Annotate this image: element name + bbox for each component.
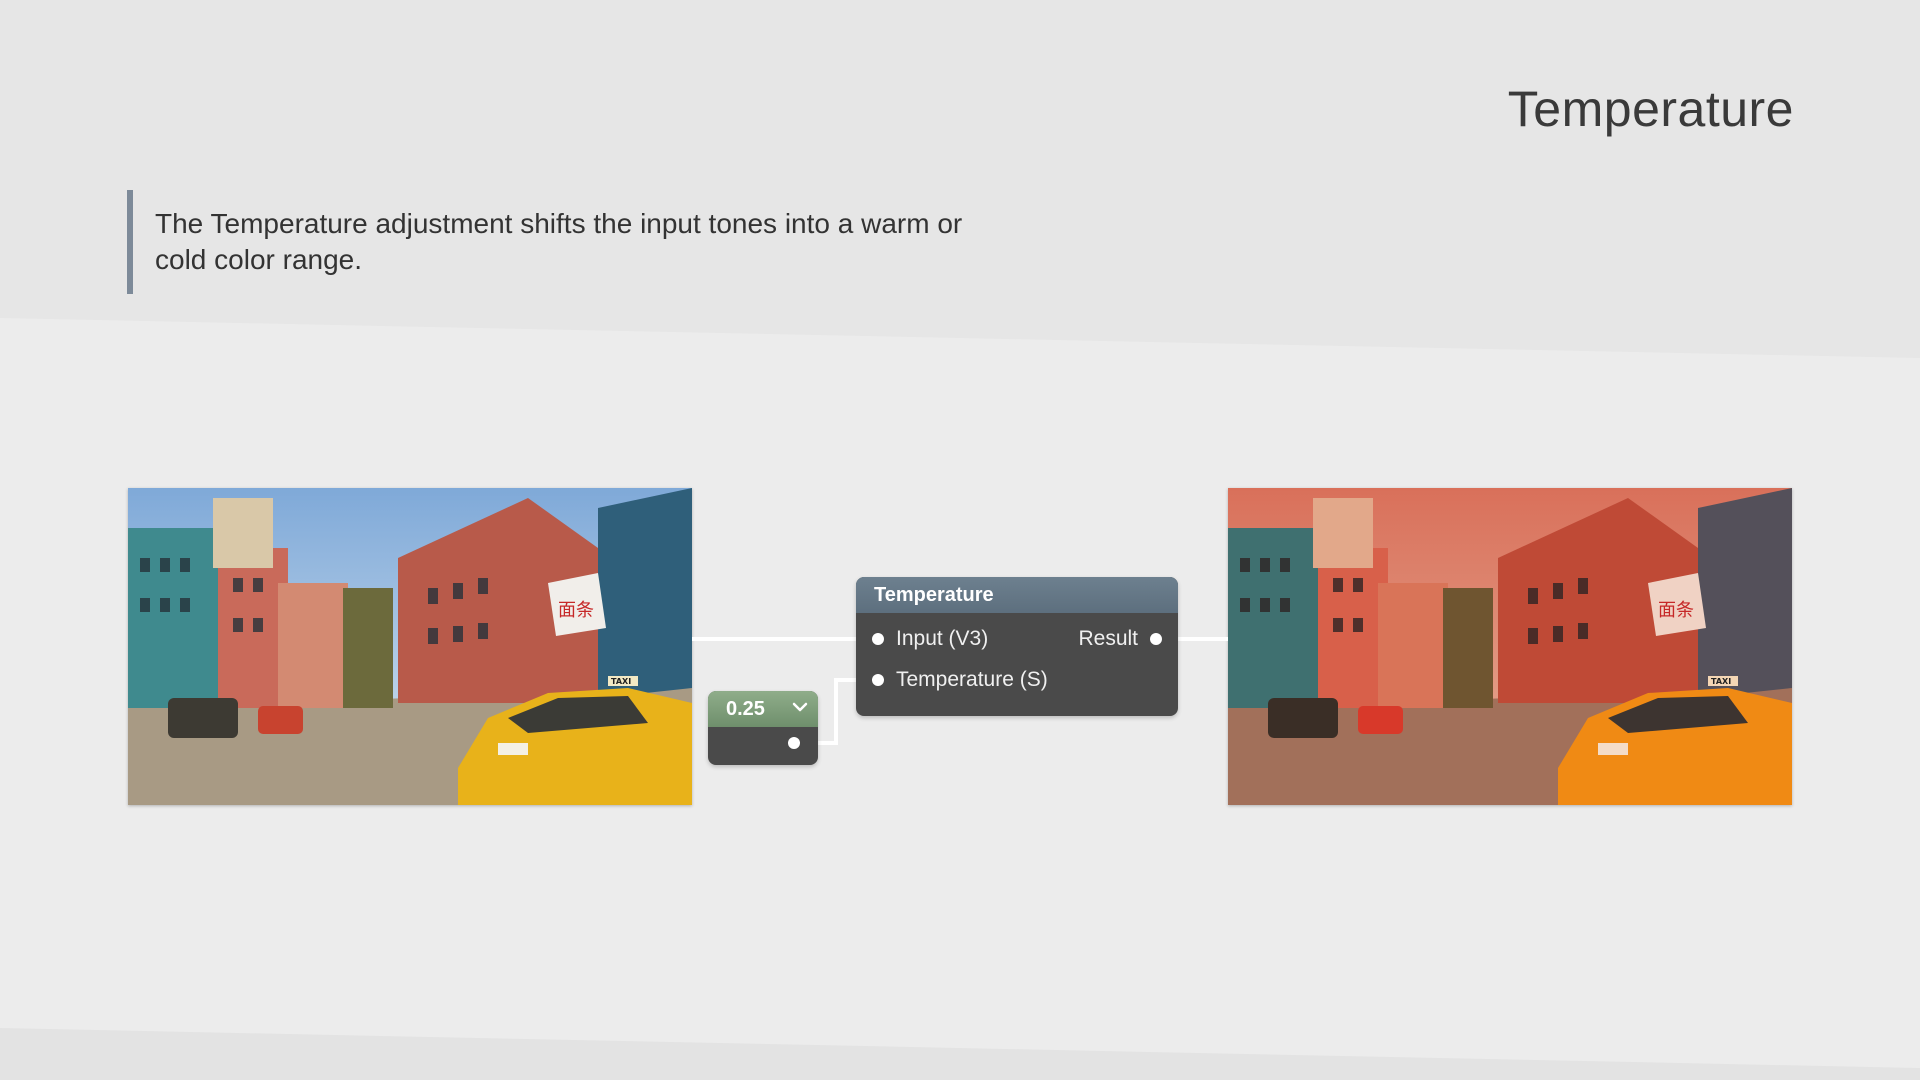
input-image: 面条 TAXI [128, 488, 692, 805]
description-quote: The Temperature adjustment shifts the in… [127, 190, 975, 294]
temperature-port-label: Temperature (S) [896, 668, 1048, 691]
value-output-port[interactable] [788, 737, 800, 749]
taxi-sign: TAXI [611, 677, 631, 686]
city-street-warm-image: 面条 TAXI [1228, 488, 1792, 805]
value-node[interactable]: 0.25 [708, 691, 818, 765]
output-image: 面条 TAXI [1228, 488, 1792, 805]
shop-sign: 面条 [558, 600, 594, 621]
result-port-label: Result [1078, 627, 1138, 650]
value-header[interactable]: 0.25 [708, 691, 818, 727]
chevron-down-icon[interactable] [792, 701, 808, 713]
description-text: The Temperature adjustment shifts the in… [155, 208, 963, 275]
input-port-label: Input (V3) [896, 627, 989, 650]
city-street-image: 面条 TAXI [128, 488, 692, 805]
node-title: Temperature [856, 577, 1178, 613]
page-title: Temperature [1507, 81, 1794, 137]
temperature-node[interactable]: Temperature Input (V3) Temperature (S) R… [856, 577, 1178, 716]
input-port[interactable] [872, 633, 884, 645]
shop-sign: 面条 [1658, 600, 1694, 621]
result-port[interactable] [1150, 633, 1162, 645]
value-text[interactable]: 0.25 [726, 691, 765, 727]
taxi-sign: TAXI [1711, 677, 1731, 686]
temperature-port[interactable] [872, 674, 884, 686]
